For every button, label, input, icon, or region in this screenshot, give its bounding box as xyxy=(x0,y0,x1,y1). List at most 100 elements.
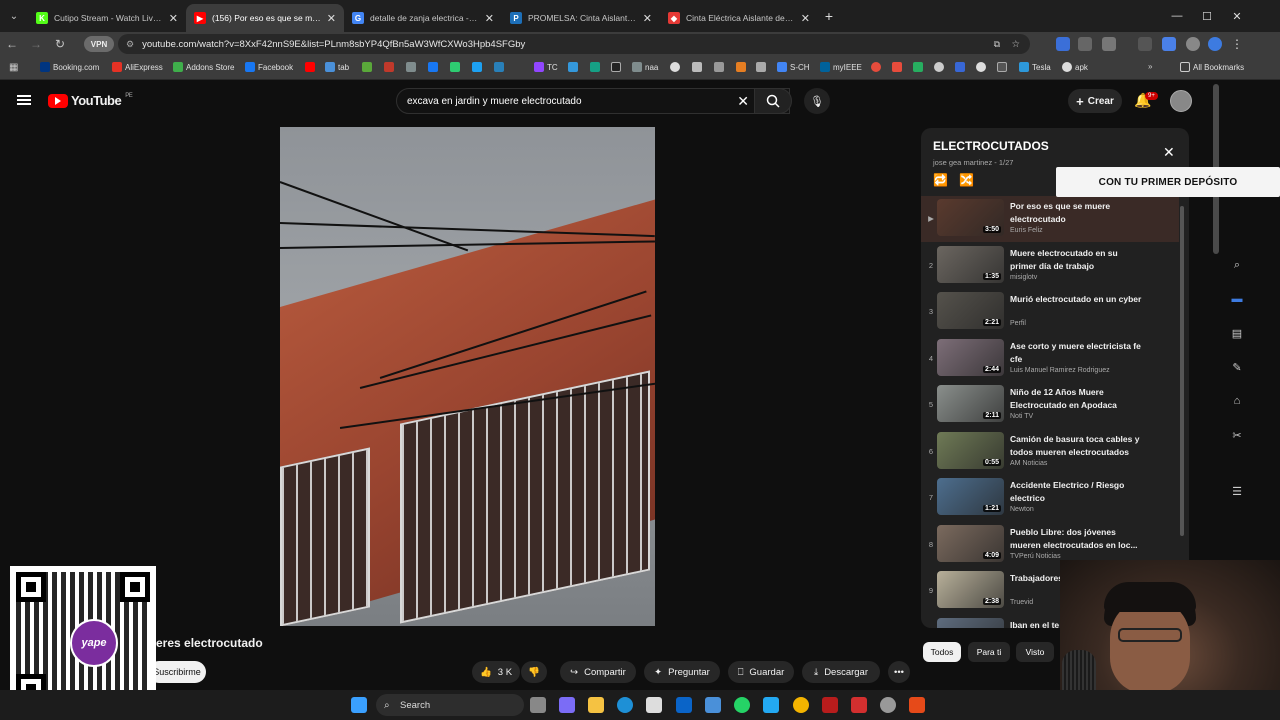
bookmark-icon-o[interactable] xyxy=(756,62,766,72)
bookmark-icon-c[interactable] xyxy=(406,62,416,72)
playlist-item[interactable]: 6 0:55 Camión de basura toca cables y todo… xyxy=(921,429,1179,475)
bookmark-tesla[interactable]: Tesla xyxy=(1019,62,1051,72)
save-button[interactable]: ⎕ Guardar xyxy=(728,661,794,683)
bookmark-icon-r[interactable] xyxy=(913,62,923,72)
install-app-icon[interactable]: ⧉ xyxy=(994,39,1000,50)
file-explorer-icon[interactable] xyxy=(588,697,604,713)
playlist-item-title[interactable]: Pueblo Libre: dos jóvenes mueren electro… xyxy=(1010,526,1145,552)
playlist-item-thumbnail[interactable]: 1:21 xyxy=(937,478,1004,515)
whatsapp-icon[interactable] xyxy=(734,697,750,713)
store-icon[interactable] xyxy=(646,697,662,713)
account-avatar[interactable] xyxy=(1170,90,1192,112)
close-tab-icon[interactable]: ✕ xyxy=(801,12,810,25)
bookmark-facebook[interactable]: Facebook xyxy=(245,62,293,72)
bookmark-icon-t[interactable] xyxy=(955,62,965,72)
sidepanel-reading-icon[interactable]: ▤ xyxy=(1226,322,1248,344)
chip-todos[interactable]: Todos xyxy=(923,642,961,662)
sidepanel-tools-icon[interactable]: ✂ xyxy=(1226,424,1248,446)
playlist-item-title[interactable]: Muere electrocutado en su primer día de … xyxy=(1010,247,1145,273)
bookmark-naa[interactable]: naa xyxy=(632,62,658,72)
browser-tab[interactable]: P PROMELSA: Cinta Aislante Auto ✕ xyxy=(502,4,660,32)
browser-tab[interactable]: K Cutipo Stream - Watch Live on ✕ xyxy=(28,4,186,32)
bookmark-icon-h[interactable] xyxy=(568,62,578,72)
playlist-item-thumbnail[interactable]: 2:11 xyxy=(937,385,1004,422)
minimize-icon[interactable]: — xyxy=(1162,0,1192,32)
bookmark-icon-u[interactable] xyxy=(976,62,986,72)
bookmark-booking[interactable]: Booking.com xyxy=(40,62,99,72)
chip-visto[interactable]: Visto xyxy=(1016,642,1054,662)
close-playlist-icon[interactable]: ✕ xyxy=(1163,144,1175,161)
app-icon-4[interactable] xyxy=(909,697,925,713)
playlist-item-channel[interactable]: Newton xyxy=(1010,506,1034,513)
chip-para-ti[interactable]: Para ti xyxy=(968,642,1010,662)
reload-icon[interactable]: ↻ xyxy=(48,37,72,51)
playlist-item-thumbnail[interactable]: 0:55 xyxy=(937,431,1004,469)
playlist-item-title[interactable]: Ase corto y muere electricista fe cfe xyxy=(1010,340,1145,366)
task-view-icon[interactable] xyxy=(530,697,546,713)
bookmark-youtube-icon[interactable] xyxy=(305,62,315,72)
close-tab-icon[interactable]: ✕ xyxy=(485,12,494,25)
playlist-item-thumbnail[interactable] xyxy=(937,617,1004,628)
playlist-item-thumbnail[interactable]: 2:21 xyxy=(937,292,1004,329)
playlist-item-channel[interactable]: Truevid xyxy=(1010,599,1033,606)
voice-search-button[interactable]: 🎙 xyxy=(804,88,830,114)
bookmark-tab[interactable]: tab xyxy=(325,62,349,72)
playlist-item[interactable]: 5 2:11 Niño de 12 Años Muere Electrocutado… xyxy=(921,382,1179,428)
media-control-icon[interactable] xyxy=(1138,37,1152,51)
bookmark-icon-n[interactable] xyxy=(736,62,746,72)
app-icon-1[interactable] xyxy=(705,697,721,713)
loop-icon[interactable]: 🔁 xyxy=(933,173,948,187)
playlist-item-channel[interactable]: Luis Manuel Ramirez Rodriguez xyxy=(1010,367,1110,374)
bookmark-icon-q[interactable] xyxy=(892,62,902,72)
extension-icon-1[interactable] xyxy=(1056,37,1070,51)
edge-icon[interactable] xyxy=(617,697,633,713)
settings-gear-icon[interactable] xyxy=(880,697,896,713)
app-icon-3[interactable] xyxy=(851,697,867,713)
search-input[interactable]: excava en jardin y muere electrocutado ✕ xyxy=(396,88,790,114)
playlist-item-channel[interactable]: Euris Feliz xyxy=(1010,227,1043,234)
bookmark-icon-b[interactable] xyxy=(384,62,394,72)
vpn-badge[interactable]: VPN xyxy=(84,36,114,52)
playlist-item-channel[interactable]: Noti TV xyxy=(1010,413,1033,420)
taskbar-search-box[interactable]: ⌕ Search xyxy=(376,694,524,716)
playlist-item[interactable]: 7 1:21 Accidente Electrico / Riesgo electr… xyxy=(921,475,1179,521)
share-button[interactable]: ↪ Compartir xyxy=(560,661,636,683)
playlist-item-thumbnail[interactable]: 1:35 xyxy=(937,245,1004,283)
bookmark-icon-p[interactable] xyxy=(871,62,881,72)
playlist-item[interactable]: 3 2:21 Murió electrocutado en un cyber Perf… xyxy=(921,289,1179,335)
dislike-button[interactable]: 👎 xyxy=(521,661,547,683)
bookmark-aliexpress[interactable]: AliExpress xyxy=(112,62,163,72)
create-button[interactable]: + Crear xyxy=(1068,89,1122,113)
menu-hamburger-icon[interactable] xyxy=(17,95,31,105)
forward-icon[interactable]: → xyxy=(24,37,48,51)
like-button[interactable]: 👍 3 K xyxy=(472,661,520,683)
bookmark-icon-m[interactable] xyxy=(714,62,724,72)
bookmark-apk[interactable]: apk xyxy=(1062,62,1088,72)
subscribe-button[interactable]: Suscribirme xyxy=(148,661,206,683)
more-actions-button[interactable]: ••• xyxy=(888,661,910,683)
clear-search-icon[interactable]: ✕ xyxy=(737,93,749,110)
bookmark-icon-f[interactable] xyxy=(472,62,482,72)
profile-icon[interactable] xyxy=(1186,37,1200,51)
copilot-icon[interactable] xyxy=(559,697,575,713)
vscode-icon[interactable] xyxy=(763,697,779,713)
app-icon-2[interactable] xyxy=(822,697,838,713)
sidepanel-search-icon[interactable]: ⌕ xyxy=(1226,254,1248,276)
bookmark-icon-g[interactable] xyxy=(494,62,504,72)
bookmark-icon-e[interactable] xyxy=(450,62,460,72)
bookmarks-overflow-icon[interactable]: » xyxy=(1148,62,1152,71)
windows-start-icon[interactable] xyxy=(351,697,367,713)
all-bookmarks-folder[interactable]: All Bookmarks xyxy=(1180,62,1244,72)
tab-search-chevron-icon[interactable]: ⌄ xyxy=(0,0,28,32)
bookmark-icon-i[interactable] xyxy=(590,62,600,72)
sidepanel-settings-icon[interactable]: ☰ xyxy=(1226,480,1248,502)
close-tab-icon[interactable]: ✕ xyxy=(169,12,178,25)
browser-menu-icon[interactable]: ⋮ xyxy=(1230,37,1244,51)
bookmark-tc[interactable]: TC xyxy=(534,62,558,72)
sync-icon[interactable] xyxy=(1208,37,1222,51)
ask-button[interactable]: ✦ Preguntar xyxy=(644,661,720,683)
playlist-item-channel[interactable]: misiglotv xyxy=(1010,274,1037,281)
playlist-item-thumbnail[interactable]: 3:50 xyxy=(937,199,1004,236)
playlist-item-title[interactable]: Niño de 12 Años Muere Electrocutado en A… xyxy=(1010,386,1145,412)
outlook-icon[interactable] xyxy=(676,697,692,713)
